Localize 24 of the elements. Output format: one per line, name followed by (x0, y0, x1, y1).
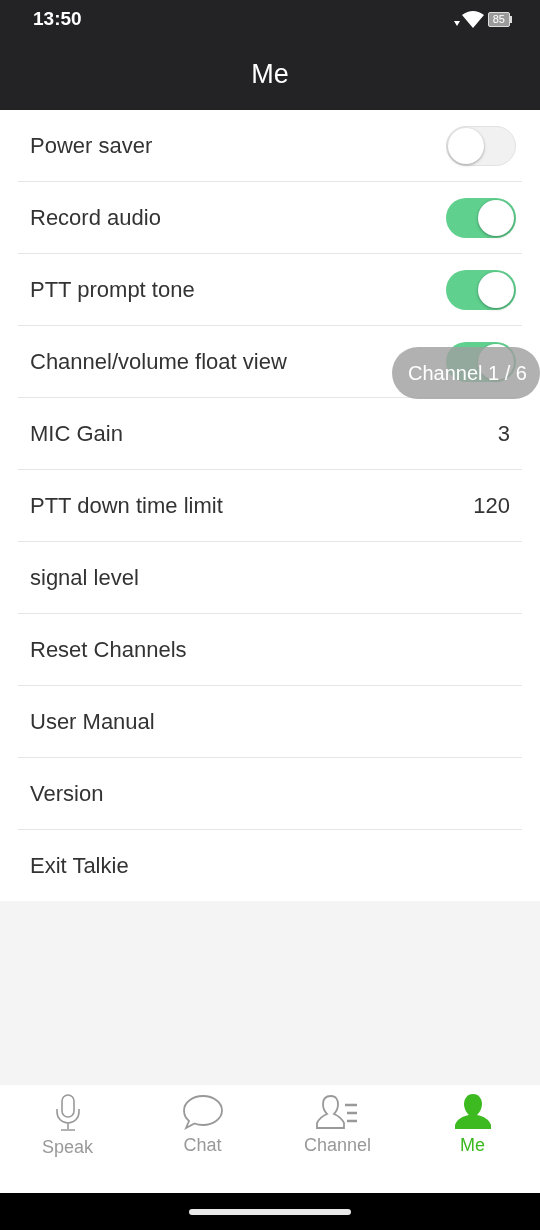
toggle-switch[interactable] (446, 269, 516, 310)
setting-label[interactable]: Power saver (30, 132, 153, 159)
setting-label[interactable]: User Manual (30, 708, 155, 735)
battery-icon: 85 (487, 11, 512, 27)
setting-label[interactable]: Reset Channels (30, 636, 187, 663)
setting-value: 3 (497, 420, 510, 447)
person-icon (453, 1093, 492, 1131)
setting-label[interactable]: Record audio (30, 204, 161, 231)
channel-toast: Channel 1 / 6 (392, 347, 540, 399)
setting-value: 120 (473, 492, 510, 519)
setting-label[interactable]: PTT down time limit (30, 492, 223, 519)
setting-label[interactable]: Channel/volume float view (30, 348, 287, 375)
setting-label[interactable]: Version (30, 780, 104, 807)
toggle-switch[interactable] (446, 197, 516, 238)
status-time: 13:50 (33, 8, 82, 30)
wifi-icon (453, 9, 484, 29)
home-indicator[interactable] (189, 1208, 351, 1215)
setting-label[interactable]: signal level (30, 564, 139, 591)
chat-bubble-icon (181, 1093, 224, 1131)
setting-label[interactable]: PTT prompt tone (30, 276, 195, 303)
toggle-switch[interactable] (446, 125, 516, 166)
setting-label[interactable]: Exit Talkie (30, 852, 129, 879)
setting-label[interactable]: MIC Gain (30, 420, 123, 447)
page-title: Me (251, 58, 289, 90)
